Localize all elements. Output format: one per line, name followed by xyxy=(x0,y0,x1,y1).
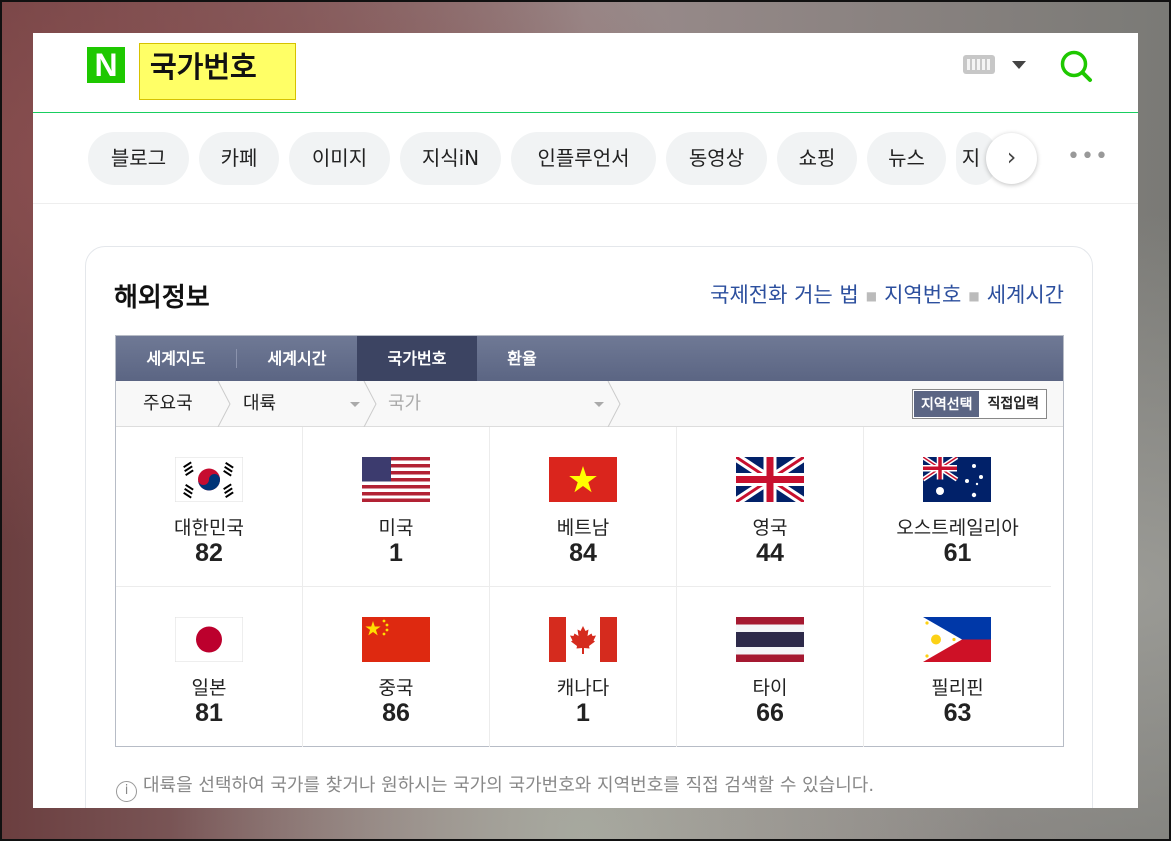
country-name: 일본 xyxy=(191,677,227,699)
tab-country-code[interactable]: 국가번호 xyxy=(357,336,477,381)
tabs-next-button[interactable]: › xyxy=(986,133,1037,184)
search-input[interactable]: 국가번호 xyxy=(139,43,296,100)
country-code: 84 xyxy=(569,539,597,567)
tab-world-map[interactable]: 세계지도 xyxy=(116,336,236,381)
help-note: i 대륙을 선택하여 국가를 찾거나 원하시는 국가의 국가번호와 지역번호를 직… xyxy=(116,771,874,802)
chevron-right-icon xyxy=(217,381,231,427)
info-icon: i xyxy=(116,781,137,802)
tab-news[interactable]: 뉴스 xyxy=(867,132,946,185)
tab-video[interactable]: 동영상 xyxy=(666,132,767,185)
link-world-time[interactable]: 세계시간 xyxy=(987,283,1064,307)
country-code: 82 xyxy=(195,539,223,567)
country-code: 86 xyxy=(382,699,410,727)
country-code: 61 xyxy=(943,539,972,567)
country-cell-uk[interactable]: 영국 44 xyxy=(677,427,864,587)
country-name: 중국 xyxy=(378,677,414,699)
australia-flag-icon xyxy=(923,457,991,502)
tab-kin[interactable]: 지식iN xyxy=(400,132,501,185)
uk-flag-icon xyxy=(736,457,804,502)
country-cell-australia[interactable]: 오스트레일리아 61 xyxy=(864,427,1051,587)
link-separator: ■ xyxy=(968,289,980,303)
card-links: 국제전화 거는 법 ■ 지역번호 ■ 세계시간 xyxy=(710,279,1064,309)
help-note-text: 대륙을 선택하여 국가를 찾거나 원하시는 국가의 국가번호와 지역번호를 직접… xyxy=(143,775,875,796)
tab-cafe[interactable]: 카페 xyxy=(199,132,279,185)
country-name: 대한민국 xyxy=(174,517,244,539)
continent-select[interactable]: 대륙 xyxy=(243,381,276,427)
country-cell-thailand[interactable]: 타이 66 xyxy=(677,587,864,747)
keyboard-icon[interactable] xyxy=(963,55,995,74)
more-icon[interactable]: ••• xyxy=(1067,142,1108,172)
country-cell-canada[interactable]: 캐나다 1 xyxy=(490,587,677,747)
tab-influencer[interactable]: 인플루언서 xyxy=(511,132,656,185)
country-cell-vietnam[interactable]: 베트남 84 xyxy=(490,427,677,587)
country-name: 타이 xyxy=(752,677,788,699)
country-cell-japan[interactable]: 일본 81 xyxy=(116,587,303,747)
chevron-down-icon[interactable] xyxy=(594,402,604,407)
usa-flag-icon xyxy=(362,457,430,502)
tab-shopping[interactable]: 쇼핑 xyxy=(777,132,857,185)
search-result-panel: N 국가번호 블로그 카페 이미지 지식iN 인플루언서 동영상 쇼핑 뉴스 지… xyxy=(33,33,1138,808)
country-cell-philippines[interactable]: 필리핀 63 xyxy=(864,587,1051,747)
input-mode-toggle: 지역선택 직접입력 xyxy=(911,389,1047,419)
direct-input-button[interactable]: 직접입력 xyxy=(980,390,1046,418)
country-name: 베트남 xyxy=(556,517,610,539)
country-code: 1 xyxy=(576,699,590,727)
country-cell-china[interactable]: 중국 86 xyxy=(303,587,490,747)
country-cell-usa[interactable]: 미국 1 xyxy=(303,427,490,587)
country-select[interactable]: 국가 xyxy=(388,381,421,427)
country-name: 영국 xyxy=(752,517,788,539)
tab-exchange-rate[interactable]: 환율 xyxy=(477,336,567,381)
search-icon[interactable] xyxy=(1059,49,1093,83)
philippines-flag-icon xyxy=(923,617,991,662)
overseas-info-card: 해외정보 국제전화 거는 법 ■ 지역번호 ■ 세계시간 세계지도 세계시간 국가번호 … xyxy=(85,246,1093,808)
chevron-down-icon[interactable] xyxy=(1012,61,1026,69)
crumb-major-countries[interactable]: 주요국 xyxy=(143,381,193,427)
korea-flag-icon xyxy=(175,457,243,502)
country-name: 캐나다 xyxy=(556,677,610,699)
country-name: 오스트레일리아 xyxy=(896,517,1019,539)
region-selector: 주요국 대륙 국가 지역선택 직접입력 xyxy=(116,381,1063,427)
country-code: 63 xyxy=(943,699,972,727)
country-cell-korea[interactable]: 대한민국 82 xyxy=(116,427,303,587)
tab-world-time[interactable]: 세계시간 xyxy=(237,336,357,381)
link-area-code[interactable]: 지역번호 xyxy=(884,283,961,307)
country-code-widget: 세계지도 세계시간 국가번호 환율 주요국 대륙 국가 지역선택 직접입력 대한… xyxy=(115,335,1064,747)
tab-image[interactable]: 이미지 xyxy=(289,132,390,185)
country-code: 81 xyxy=(195,699,223,727)
country-code: 1 xyxy=(389,539,403,567)
country-name: 미국 xyxy=(378,517,414,539)
search-header: N 국가번호 xyxy=(33,33,1138,113)
thailand-flag-icon xyxy=(736,617,804,662)
search-tabs: 블로그 카페 이미지 지식iN 인플루언서 동영상 쇼핑 뉴스 지 › ••• xyxy=(33,114,1138,204)
country-code: 66 xyxy=(756,699,784,727)
chevron-down-icon[interactable] xyxy=(350,402,360,407)
china-flag-icon xyxy=(362,617,430,662)
widget-tabs: 세계지도 세계시간 국가번호 환율 xyxy=(116,336,1063,381)
card-title: 해외정보 xyxy=(114,283,210,313)
canada-flag-icon xyxy=(549,617,617,662)
country-name: 필리핀 xyxy=(931,677,984,699)
country-code: 44 xyxy=(756,539,784,567)
chevron-right-icon xyxy=(363,381,377,427)
vietnam-flag-icon xyxy=(549,457,617,502)
link-intl-call[interactable]: 국제전화 거는 법 xyxy=(710,283,859,307)
japan-flag-icon xyxy=(175,617,243,662)
chevron-right-icon xyxy=(607,381,621,427)
tab-blog[interactable]: 블로그 xyxy=(88,132,189,185)
link-separator: ■ xyxy=(865,289,878,303)
region-select-button[interactable]: 지역선택 xyxy=(912,390,981,418)
naver-logo[interactable]: N xyxy=(87,47,125,83)
